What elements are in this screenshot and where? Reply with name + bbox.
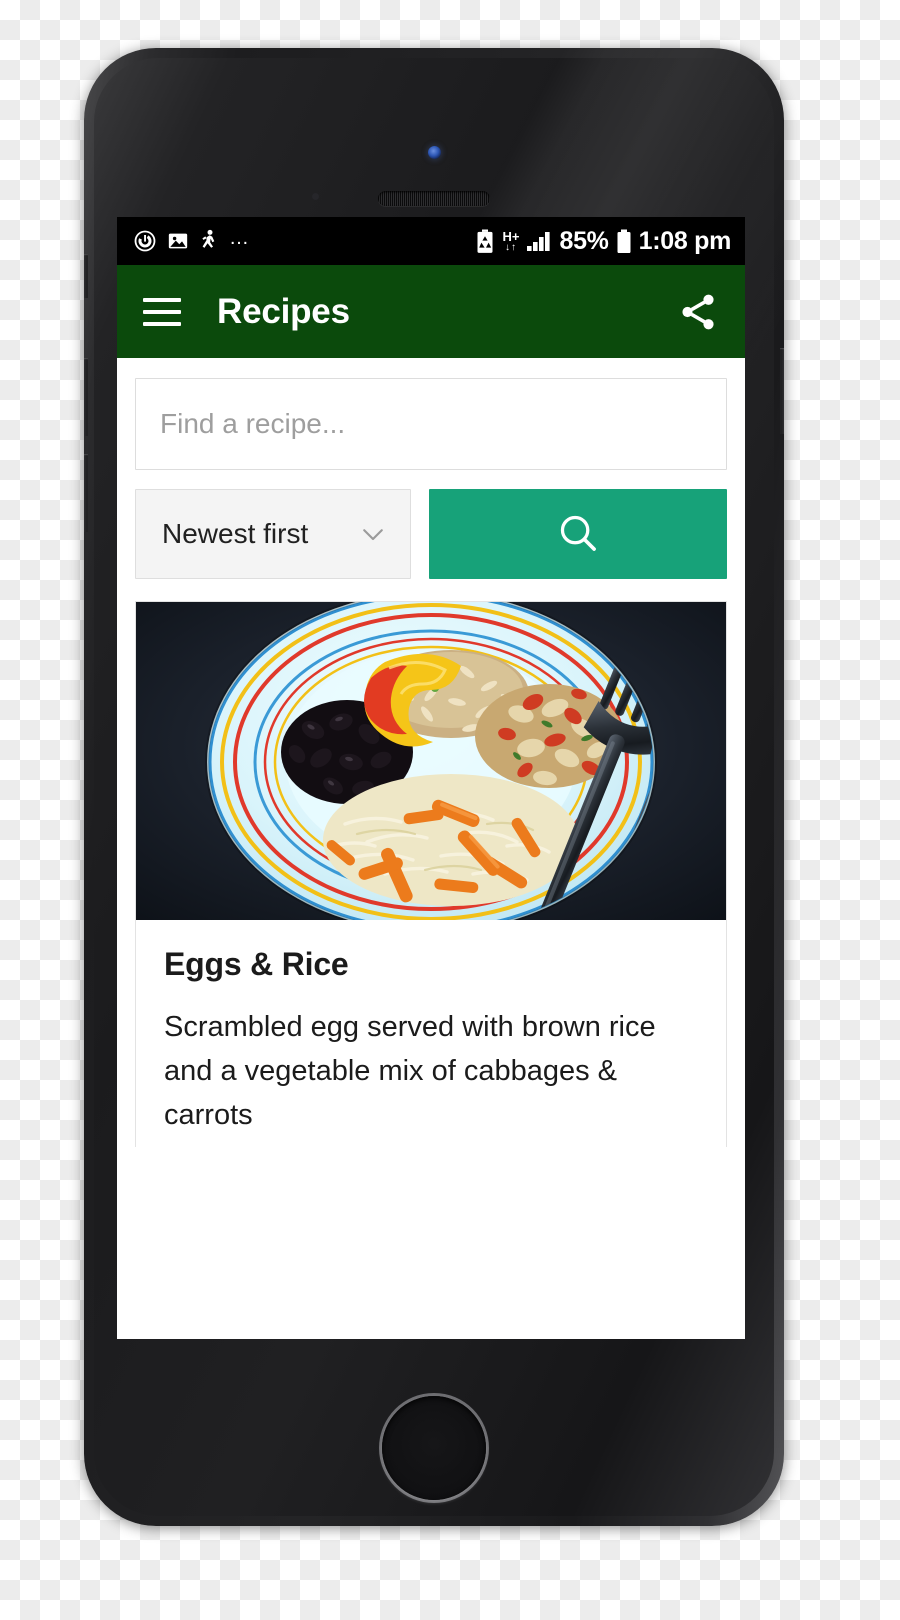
- proximity-sensor-icon: [312, 193, 319, 200]
- more-notifications-icon: …: [229, 226, 251, 249]
- android-status-bar: … H+ ↓↑ 85% 1:08 pm: [117, 217, 745, 265]
- share-icon[interactable]: [671, 285, 725, 339]
- battery-icon: [616, 229, 632, 254]
- sort-order-dropdown[interactable]: Newest first: [135, 489, 411, 579]
- battery-percentage: 85%: [559, 226, 609, 255]
- volume-down-button[interactable]: [84, 454, 88, 532]
- home-button[interactable]: [382, 1396, 486, 1500]
- alarm-icon: [133, 229, 157, 253]
- search-button[interactable]: [429, 489, 727, 579]
- clock: 1:08 pm: [638, 226, 732, 255]
- earpiece-speaker: [378, 191, 490, 206]
- phone-device-frame: … H+ ↓↑ 85% 1:08 pm Recipes Find a recip…: [84, 48, 784, 1526]
- signal-bars-icon: [526, 230, 552, 252]
- status-bar-notifications: …: [133, 226, 251, 253]
- screenshot-image-icon: [167, 230, 189, 252]
- volume-up-button[interactable]: [84, 358, 88, 436]
- filter-row: Newest first: [135, 489, 727, 579]
- power-button[interactable]: [780, 348, 784, 434]
- network-type-label: H+: [502, 228, 520, 244]
- main-content: Newest first: [117, 358, 745, 1148]
- hamburger-menu-icon[interactable]: [143, 297, 181, 326]
- phone-screen: … H+ ↓↑ 85% 1:08 pm Recipes Find a recip…: [117, 217, 745, 1339]
- page-title: Recipes: [217, 291, 350, 331]
- network-type-indicator: H+ ↓↑: [502, 228, 520, 253]
- chevron-down-icon: [358, 519, 388, 549]
- battery-saver-icon: [475, 229, 495, 254]
- recipe-photo: [136, 602, 726, 920]
- silent-switch[interactable]: [84, 254, 88, 298]
- activity-walking-icon: [199, 229, 219, 253]
- search-input[interactable]: [135, 378, 727, 470]
- app-bar: Recipes: [117, 265, 745, 358]
- search-icon: [555, 510, 601, 559]
- recipe-card-body: Eggs & Rice Scrambled egg served with br…: [136, 920, 726, 1147]
- recipe-description: Scrambled egg served with brown rice and…: [164, 1011, 656, 1132]
- status-bar-system-icons: H+ ↓↑ 85% 1:08 pm: [475, 227, 731, 256]
- recipe-title: Eggs & Rice: [164, 946, 349, 982]
- screenshot-canvas: … H+ ↓↑ 85% 1:08 pm Recipes Find a recip…: [0, 0, 900, 1620]
- sort-order-label: Newest first: [162, 518, 309, 549]
- recipe-card[interactable]: Eggs & Rice Scrambled egg served with br…: [135, 601, 727, 1148]
- front-camera-icon: [428, 146, 441, 159]
